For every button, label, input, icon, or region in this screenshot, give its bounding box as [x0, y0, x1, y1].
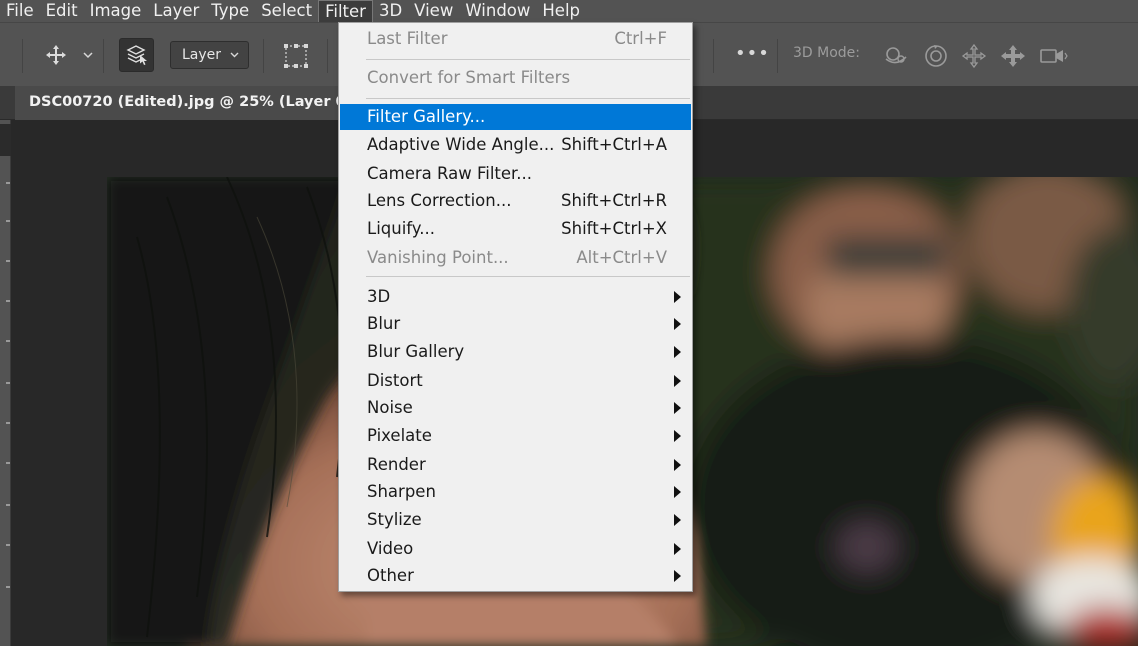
transform-controls-icon[interactable] — [283, 43, 309, 72]
divider — [103, 39, 104, 73]
roll-3d-icon[interactable] — [923, 43, 949, 72]
menu-item-last-filter[interactable]: Last Filter Ctrl+F — [340, 26, 691, 52]
menu-3d[interactable]: 3D — [373, 0, 408, 22]
tool-slot[interactable] — [6, 182, 10, 184]
slide-3d-icon[interactable] — [999, 43, 1027, 72]
divider — [22, 39, 23, 73]
menu-item-distort[interactable]: Distort — [340, 368, 691, 394]
move-tool-icon[interactable] — [44, 43, 68, 70]
tool-slot[interactable] — [6, 544, 10, 546]
submenu-arrow-icon — [674, 570, 681, 582]
auto-select-target-dropdown[interactable]: Layer — [170, 41, 249, 69]
menu-separator — [366, 59, 690, 60]
menu-item-stylize[interactable]: Stylize — [340, 507, 691, 533]
menu-item-lens-correction[interactable]: Lens Correction... Shift+Ctrl+R — [340, 188, 691, 214]
menu-filter[interactable]: Filter — [318, 0, 373, 22]
submenu-arrow-icon — [674, 346, 681, 358]
submenu-arrow-icon — [674, 375, 681, 387]
submenu-arrow-icon — [674, 318, 681, 330]
submenu-arrow-icon — [674, 514, 681, 526]
menu-view[interactable]: View — [408, 0, 459, 22]
chevron-down-icon[interactable] — [82, 47, 94, 67]
menu-file[interactable]: File — [0, 0, 40, 22]
menu-item-render[interactable]: Render — [340, 452, 691, 478]
submenu-arrow-icon — [674, 486, 681, 498]
menu-item-pixelate[interactable]: Pixelate — [340, 423, 691, 449]
menu-separator — [366, 98, 690, 99]
active-tool-slot[interactable] — [0, 124, 11, 156]
more-options-icon[interactable]: ••• — [735, 44, 770, 64]
menu-item-video[interactable]: Video — [340, 536, 691, 562]
menu-bar: File Edit Image Layer Type Select Filter… — [0, 0, 1138, 22]
menu-item-sharpen[interactable]: Sharpen — [340, 479, 691, 505]
submenu-arrow-icon — [674, 543, 681, 555]
divider — [777, 39, 778, 73]
tool-slot[interactable] — [6, 300, 10, 302]
tool-slot[interactable] — [6, 504, 10, 506]
menu-image[interactable]: Image — [84, 0, 148, 22]
menu-select[interactable]: Select — [255, 0, 318, 22]
tools-panel — [0, 120, 11, 646]
photoshop-window: File Edit Image Layer Type Select Filter… — [0, 0, 1138, 646]
tool-slot[interactable] — [6, 220, 10, 222]
tool-slot[interactable] — [6, 422, 10, 424]
menu-item-camera-raw-filter[interactable]: Camera Raw Filter... — [340, 161, 691, 187]
menu-item-blur[interactable]: Blur — [340, 311, 691, 337]
submenu-arrow-icon — [674, 459, 681, 471]
tool-slot[interactable] — [6, 382, 10, 384]
mode-3d-label: 3D Mode: — [793, 45, 860, 61]
divider — [263, 39, 264, 73]
tool-slot[interactable] — [6, 586, 10, 588]
menu-item-vanishing-point[interactable]: Vanishing Point... Alt+Ctrl+V — [340, 245, 691, 271]
menu-item-3d[interactable]: 3D — [340, 284, 691, 310]
document-tab[interactable]: DSC00720 (Edited).jpg @ 25% (Layer 0, — [15, 86, 345, 120]
menu-item-blur-gallery[interactable]: Blur Gallery — [340, 339, 691, 365]
submenu-arrow-icon — [674, 430, 681, 442]
menu-layer[interactable]: Layer — [147, 0, 205, 22]
menu-edit[interactable]: Edit — [40, 0, 84, 22]
menu-item-noise[interactable]: Noise — [340, 395, 691, 421]
pan-3d-icon[interactable] — [961, 43, 987, 72]
chevron-down-icon — [229, 42, 240, 78]
scale-3d-camera-icon[interactable] — [1039, 45, 1069, 70]
orbit-3d-icon[interactable] — [883, 45, 909, 70]
tool-slot[interactable] — [6, 340, 10, 342]
filter-menu: Last Filter Ctrl+F Convert for Smart Fil… — [338, 22, 693, 592]
menu-item-filter-gallery[interactable]: Filter Gallery... — [340, 104, 691, 130]
menu-help[interactable]: Help — [536, 0, 586, 22]
menu-window[interactable]: Window — [459, 0, 536, 22]
divider — [327, 39, 328, 73]
tool-slot[interactable] — [6, 462, 10, 464]
layers-arrow-icon — [126, 45, 147, 65]
menu-item-liquify[interactable]: Liquify... Shift+Ctrl+X — [340, 216, 691, 242]
layer-select-value: Layer — [182, 47, 222, 63]
menu-separator — [366, 276, 690, 277]
menu-item-convert-smart-filters[interactable]: Convert for Smart Filters — [340, 65, 691, 91]
menu-item-other[interactable]: Other — [340, 563, 691, 589]
submenu-arrow-icon — [674, 291, 681, 303]
divider — [713, 39, 714, 73]
menu-item-adaptive-wide-angle[interactable]: Adaptive Wide Angle... Shift+Ctrl+A — [340, 132, 691, 158]
menu-type[interactable]: Type — [205, 0, 255, 22]
auto-select-button[interactable] — [119, 38, 154, 72]
tool-slot[interactable] — [6, 260, 10, 262]
submenu-arrow-icon — [674, 402, 681, 414]
